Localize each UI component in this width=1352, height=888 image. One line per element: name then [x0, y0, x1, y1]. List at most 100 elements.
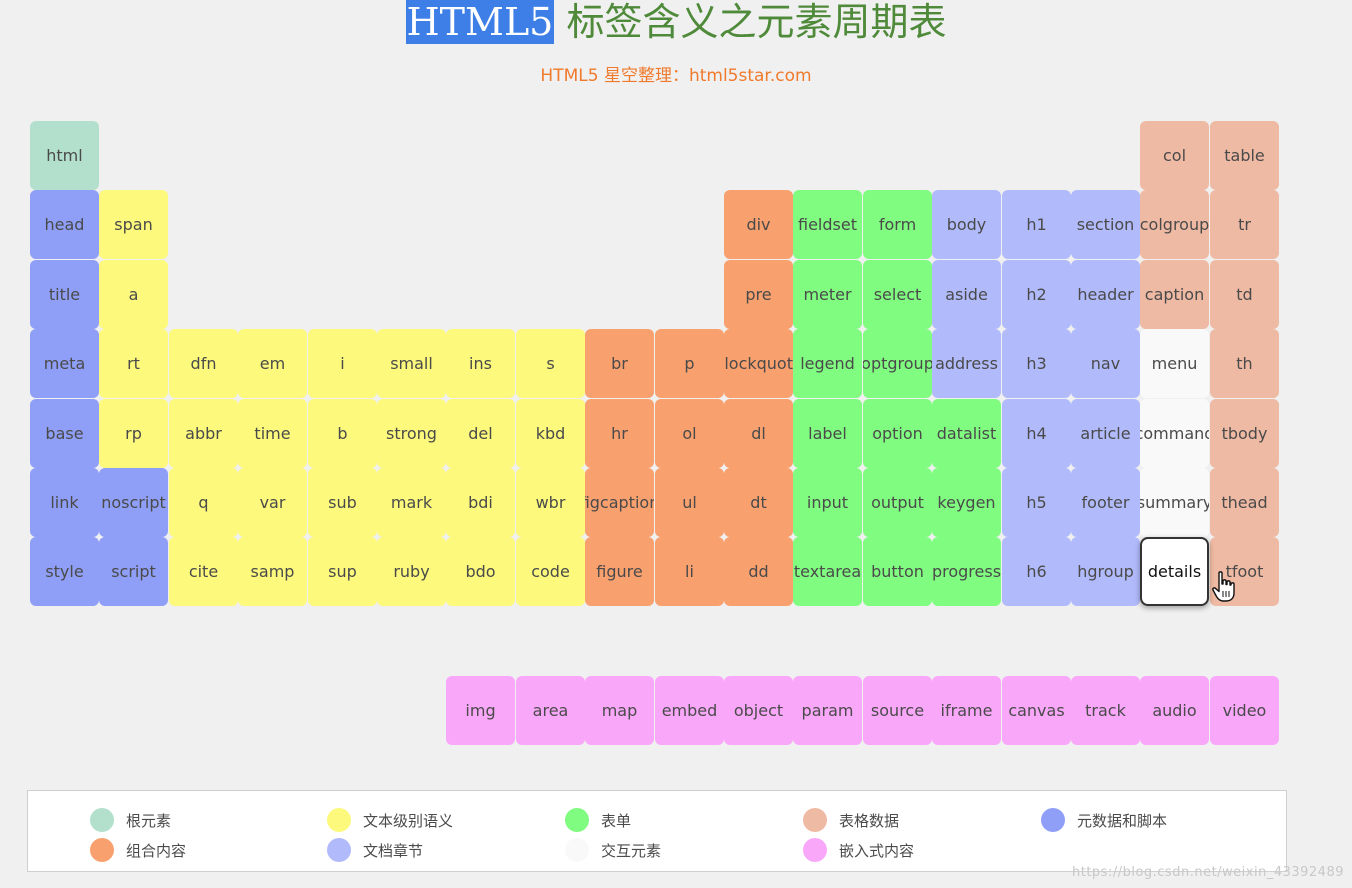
element-p[interactable]: p [655, 329, 724, 398]
element-sub[interactable]: sub [308, 468, 377, 537]
element-bdi[interactable]: bdi [446, 468, 515, 537]
element-dl[interactable]: dl [724, 399, 793, 468]
element-q[interactable]: q [169, 468, 238, 537]
element-base[interactable]: base [30, 399, 99, 468]
element-h4[interactable]: h4 [1002, 399, 1071, 468]
element-menu[interactable]: menu [1140, 329, 1209, 398]
element-hgroup[interactable]: hgroup [1071, 537, 1140, 606]
element-audio[interactable]: audio [1140, 676, 1209, 745]
element-progress[interactable]: progress [932, 537, 1001, 606]
element-legend[interactable]: legend [793, 329, 862, 398]
element-figcaption[interactable]: figcaption [585, 468, 654, 537]
element-em[interactable]: em [238, 329, 307, 398]
element-option[interactable]: option [863, 399, 932, 468]
element-textarea[interactable]: textarea [793, 537, 862, 606]
element-sup[interactable]: sup [308, 537, 377, 606]
element-optgroup[interactable]: optgroup [863, 329, 932, 398]
element-section[interactable]: section [1071, 190, 1140, 259]
element-var[interactable]: var [238, 468, 307, 537]
element-meter[interactable]: meter [793, 260, 862, 329]
element-iframe[interactable]: iframe [932, 676, 1001, 745]
element-code[interactable]: code [516, 537, 585, 606]
element-tr[interactable]: tr [1210, 190, 1279, 259]
element-i[interactable]: i [308, 329, 377, 398]
element-colgroup[interactable]: colgroup [1140, 190, 1209, 259]
element-li[interactable]: li [655, 537, 724, 606]
element-mark[interactable]: mark [377, 468, 446, 537]
element-h6[interactable]: h6 [1002, 537, 1071, 606]
element-track[interactable]: track [1071, 676, 1140, 745]
element-thead[interactable]: thead [1210, 468, 1279, 537]
element-samp[interactable]: samp [238, 537, 307, 606]
element-blockquote[interactable]: blockquote [724, 329, 793, 398]
element-embed[interactable]: embed [655, 676, 724, 745]
element-dt[interactable]: dt [724, 468, 793, 537]
element-header[interactable]: header [1071, 260, 1140, 329]
element-keygen[interactable]: keygen [932, 468, 1001, 537]
element-time[interactable]: time [238, 399, 307, 468]
element-nav[interactable]: nav [1071, 329, 1140, 398]
element-img[interactable]: img [446, 676, 515, 745]
element-h1[interactable]: h1 [1002, 190, 1071, 259]
element-param[interactable]: param [793, 676, 862, 745]
element-th[interactable]: th [1210, 329, 1279, 398]
element-rt[interactable]: rt [99, 329, 168, 398]
element-tbody[interactable]: tbody [1210, 399, 1279, 468]
element-label[interactable]: label [793, 399, 862, 468]
element-pre[interactable]: pre [724, 260, 793, 329]
element-input[interactable]: input [793, 468, 862, 537]
element-dd[interactable]: dd [724, 537, 793, 606]
element-s[interactable]: s [516, 329, 585, 398]
element-area[interactable]: area [516, 676, 585, 745]
element-head[interactable]: head [30, 190, 99, 259]
element-footer[interactable]: footer [1071, 468, 1140, 537]
element-style[interactable]: style [30, 537, 99, 606]
element-aside[interactable]: aside [932, 260, 1001, 329]
element-span[interactable]: span [99, 190, 168, 259]
element-datalist[interactable]: datalist [932, 399, 1001, 468]
element-summary[interactable]: summary [1140, 468, 1209, 537]
element-td[interactable]: td [1210, 260, 1279, 329]
element-video[interactable]: video [1210, 676, 1279, 745]
element-dfn[interactable]: dfn [169, 329, 238, 398]
element-div[interactable]: div [724, 190, 793, 259]
element-small[interactable]: small [377, 329, 446, 398]
element-caption[interactable]: caption [1140, 260, 1209, 329]
element-source[interactable]: source [863, 676, 932, 745]
element-table[interactable]: table [1210, 121, 1279, 190]
element-rp[interactable]: rp [99, 399, 168, 468]
element-br[interactable]: br [585, 329, 654, 398]
element-figure[interactable]: figure [585, 537, 654, 606]
element-article[interactable]: article [1071, 399, 1140, 468]
element-html[interactable]: html [30, 121, 99, 190]
element-meta[interactable]: meta [30, 329, 99, 398]
element-strong[interactable]: strong [377, 399, 446, 468]
element-object[interactable]: object [724, 676, 793, 745]
element-script[interactable]: script [99, 537, 168, 606]
element-bdo[interactable]: bdo [446, 537, 515, 606]
element-link[interactable]: link [30, 468, 99, 537]
element-output[interactable]: output [863, 468, 932, 537]
element-address[interactable]: address [932, 329, 1001, 398]
element-select[interactable]: select [863, 260, 932, 329]
element-ins[interactable]: ins [446, 329, 515, 398]
element-canvas[interactable]: canvas [1002, 676, 1071, 745]
element-h2[interactable]: h2 [1002, 260, 1071, 329]
element-del[interactable]: del [446, 399, 515, 468]
element-noscript[interactable]: noscript [99, 468, 168, 537]
element-h3[interactable]: h3 [1002, 329, 1071, 398]
element-fieldset[interactable]: fieldset [793, 190, 862, 259]
element-wbr[interactable]: wbr [516, 468, 585, 537]
element-title[interactable]: title [30, 260, 99, 329]
element-form[interactable]: form [863, 190, 932, 259]
element-details[interactable]: details [1140, 537, 1209, 606]
element-hr[interactable]: hr [585, 399, 654, 468]
element-b[interactable]: b [308, 399, 377, 468]
element-ruby[interactable]: ruby [377, 537, 446, 606]
element-abbr[interactable]: abbr [169, 399, 238, 468]
element-ul[interactable]: ul [655, 468, 724, 537]
element-ol[interactable]: ol [655, 399, 724, 468]
element-button[interactable]: button [863, 537, 932, 606]
element-command[interactable]: command [1140, 399, 1209, 468]
element-body[interactable]: body [932, 190, 1001, 259]
